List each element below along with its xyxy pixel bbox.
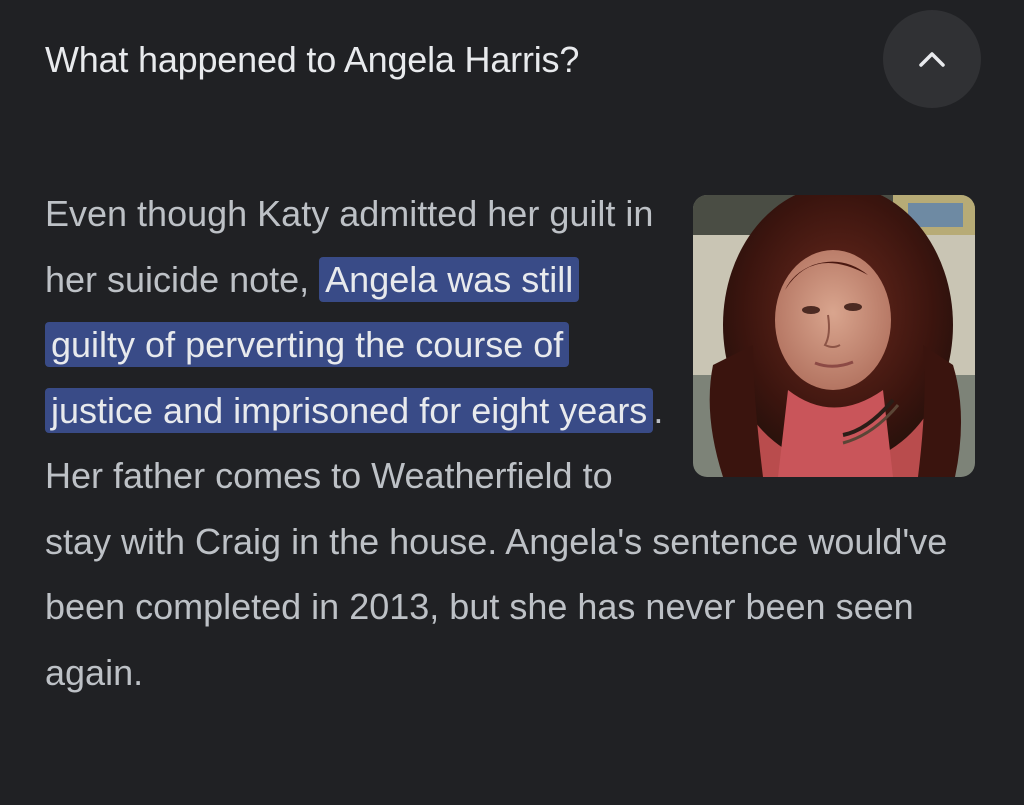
- question-title: What happened to Angela Harris?: [45, 39, 580, 80]
- answer-image[interactable]: [693, 195, 975, 477]
- answer-text-rest: Her father comes to Weatherfield to stay…: [45, 455, 948, 693]
- answer-text-period: .: [653, 389, 664, 431]
- portrait-photo: [693, 195, 975, 477]
- collapse-button[interactable]: [883, 10, 981, 108]
- chevron-up-icon: [917, 49, 947, 69]
- answer-snippet: Even though Katy admitted her guilt in h…: [45, 181, 975, 705]
